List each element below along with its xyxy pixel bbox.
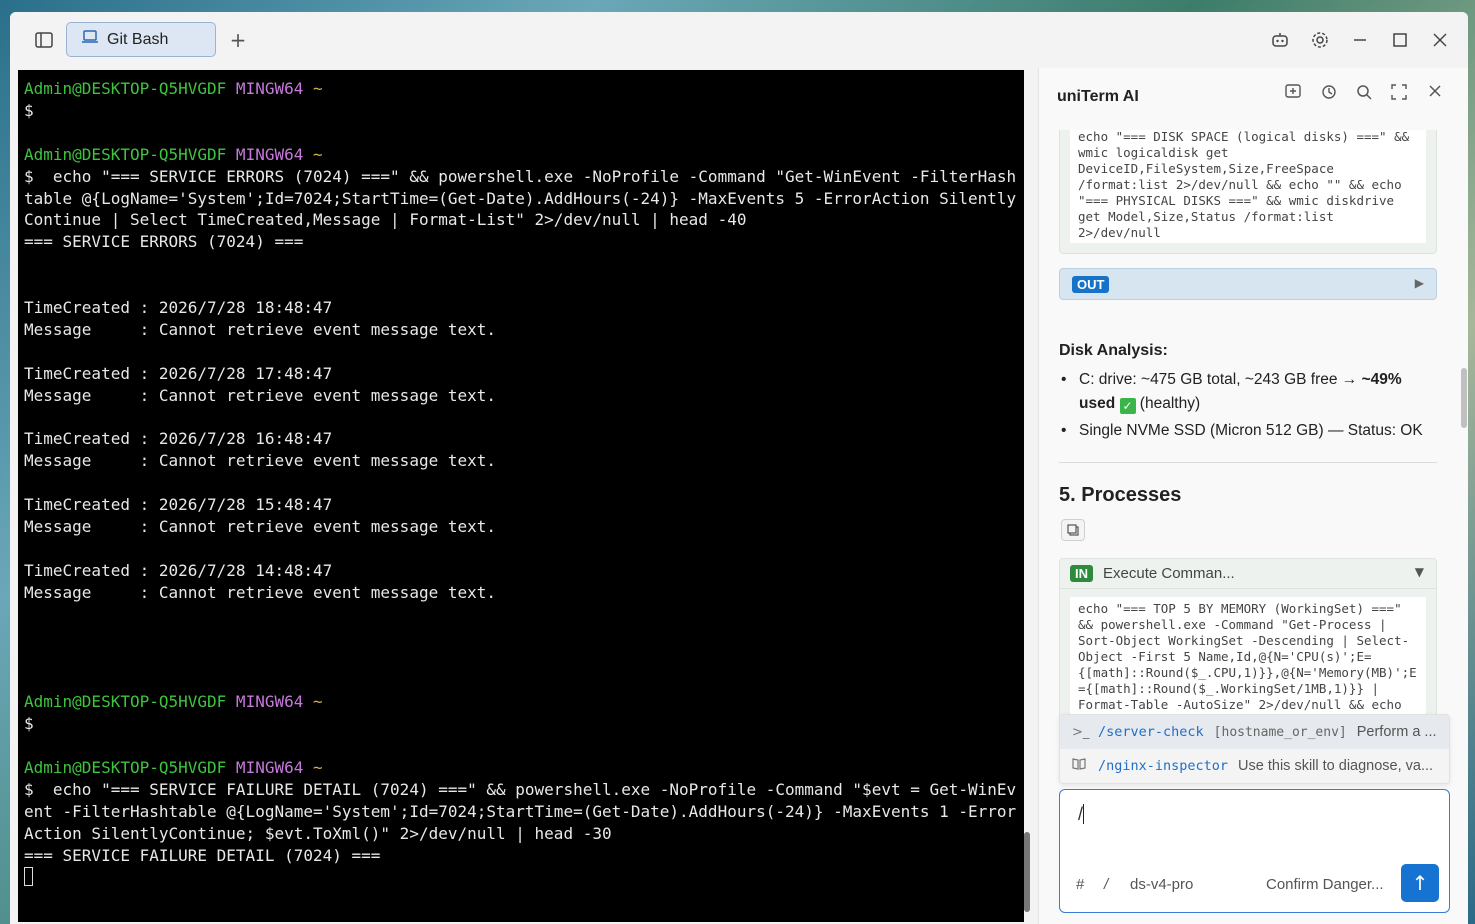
ai-panel: uniTerm AI echo "=== DISK SPACE (logical… [1038, 68, 1468, 924]
output-toggle[interactable]: OUT ▶ [1059, 268, 1437, 300]
new-chat-icon[interactable] [1285, 84, 1301, 104]
terminal-cursor-line [24, 866, 1018, 888]
send-button[interactable]: ↑ [1401, 864, 1439, 902]
terminal-line: TimeCreated : 2026/7/28 17:48:47 [24, 363, 333, 383]
terminal-line: Message : Cannot retrieve event message … [24, 582, 497, 602]
terminal-line: $ [24, 100, 34, 120]
terminal-line: $ echo "=== SERVICE FAILURE DETAIL (7024… [24, 779, 1017, 843]
terminal-line: $ [24, 714, 34, 734]
terminal-line: Message : Cannot retrieve event message … [24, 385, 497, 405]
play-icon[interactable]: ▶ [1415, 276, 1424, 290]
list-item: C: drive: ~475 GB total, ~243 GB free → … [1059, 368, 1439, 416]
slash-button[interactable]: / [1104, 876, 1108, 893]
chat-input-text[interactable]: / [1078, 804, 1085, 825]
gear-icon[interactable] [1306, 26, 1334, 54]
terminal-output[interactable]: Admin@DESKTOP-Q5HVGDF MINGW64 ~ $ Admin@DE… [18, 70, 1024, 922]
robot-icon[interactable] [1266, 26, 1294, 54]
terminal-prompt: Admin@DESKTOP-Q5HVGDF MINGW64 ~ [24, 79, 323, 98]
close-window-icon[interactable] [1426, 26, 1454, 54]
previous-command-code: echo "=== DISK SPACE (logical disks) ===… [1070, 130, 1426, 243]
chevron-down-icon[interactable]: ▼ [1415, 565, 1424, 579]
terminal-line: Message : Cannot retrieve event message … [24, 319, 497, 339]
terminal-line: TimeCreated : 2026/7/28 16:48:47 [24, 429, 333, 449]
disk-analysis-heading: Disk Analysis: [1059, 342, 1168, 359]
execute-command-title: Execute Comman... [1103, 565, 1235, 582]
terminal-prompt: Admin@DESKTOP-Q5HVGDF MINGW64 ~ [24, 757, 323, 777]
check-icon: ✓ [1119, 398, 1136, 414]
suggestion-server-check[interactable]: >_ /server-check [hostname_or_env] Perfo… [1060, 715, 1449, 749]
ai-panel-header: uniTerm AI [1039, 68, 1468, 128]
execute-command-header[interactable]: IN Execute Comman... ▼ [1060, 559, 1436, 589]
terminal-prompt: Admin@DESKTOP-Q5HVGDF MINGW64 ~ [24, 692, 323, 712]
sidebar-toggle-icon[interactable] [30, 26, 58, 54]
laptop-icon [81, 30, 99, 49]
command-suggestions: >_ /server-check [hostname_or_env] Perfo… [1059, 714, 1450, 784]
add-tab-button[interactable]: + [224, 26, 252, 54]
terminal-line: TimeCreated : 2026/7/28 14:48:47 [24, 560, 333, 580]
search-icon[interactable] [1356, 84, 1372, 104]
maximize-icon[interactable] [1386, 26, 1414, 54]
disk-analysis: Disk Analysis: C: drive: ~475 GB total, … [1059, 342, 1439, 446]
terminal-cursor [24, 867, 33, 887]
confirm-danger-toggle[interactable]: Confirm Danger... [1266, 876, 1384, 893]
ai-panel-title: uniTerm AI [1057, 88, 1139, 105]
close-panel-icon[interactable] [1428, 84, 1442, 102]
tab-git-bash[interactable]: Git Bash [66, 22, 216, 57]
terminal-line: TimeCreated : 2026/7/28 15:48:47 [24, 495, 333, 515]
expand-icon[interactable] [1391, 84, 1407, 104]
hash-button[interactable]: # [1076, 876, 1084, 893]
divider [1059, 462, 1437, 463]
model-selector[interactable]: ds-v4-pro [1130, 876, 1193, 893]
section-title: 5. Processes [1059, 484, 1182, 506]
terminal-scrollbar[interactable] [1024, 832, 1030, 912]
app-window: Git Bash + Admin@DESKTOP-Q5HVGDF MINGW64… [10, 12, 1468, 924]
terminal-line: === SERVICE ERRORS (7024) === [24, 232, 304, 252]
copy-icon[interactable] [1061, 519, 1085, 541]
book-icon [1072, 758, 1090, 774]
terminal-line: === SERVICE FAILURE DETAIL (7024) === [24, 845, 381, 865]
terminal-line: $ echo "=== SERVICE ERRORS (7024) ===" &… [24, 166, 1017, 230]
tab-label: Git Bash [107, 30, 169, 48]
out-badge: OUT [1072, 275, 1110, 293]
list-item: Single NVMe SSD (Micron 512 GB) — Status… [1059, 419, 1439, 443]
terminal-prompt: Admin@DESKTOP-Q5HVGDF MINGW64 ~ [24, 144, 323, 164]
in-badge: IN [1070, 565, 1093, 582]
terminal-line: Message : Cannot retrieve event message … [24, 517, 497, 537]
panel-scrollbar[interactable] [1461, 368, 1467, 428]
terminal-line: TimeCreated : 2026/7/28 18:48:47 [24, 298, 333, 318]
minimize-icon[interactable] [1346, 26, 1374, 54]
terminal-line: Message : Cannot retrieve event message … [24, 451, 497, 471]
terminal-prompt-icon: >_ [1072, 724, 1090, 740]
title-bar: Git Bash + [10, 12, 1468, 68]
chat-input[interactable]: / # / ds-v4-pro Confirm Danger... ↑ [1059, 789, 1450, 913]
suggestion-nginx-inspector[interactable]: /nginx-inspector Use this skill to diagn… [1060, 749, 1449, 783]
history-icon[interactable] [1321, 84, 1337, 104]
previous-command-box: echo "=== DISK SPACE (logical disks) ===… [1059, 130, 1437, 254]
